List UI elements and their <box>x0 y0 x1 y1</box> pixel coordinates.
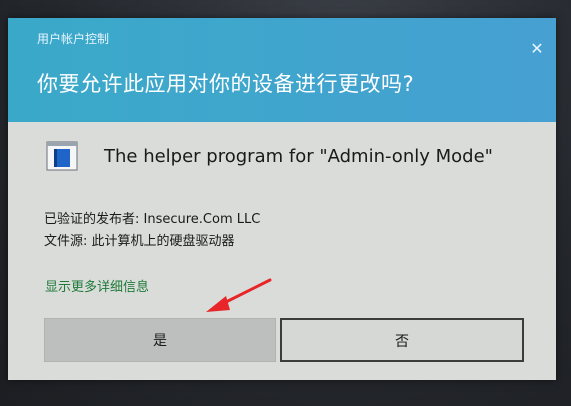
dialog-header: 用户帐户控制 ✕ 你要允许此应用对你的设备进行更改吗? <box>8 18 556 122</box>
show-more-details-link[interactable]: 显示更多详细信息 <box>45 276 149 295</box>
app-name: The helper program for "Admin-only Mode" <box>104 146 493 167</box>
close-icon[interactable]: ✕ <box>528 40 546 58</box>
dialog-question: 你要允许此应用对你的设备进行更改吗? <box>37 72 415 96</box>
no-button[interactable]: 否 <box>280 318 524 362</box>
yes-button[interactable]: 是 <box>44 318 276 362</box>
dialog-caption: 用户帐户控制 <box>37 32 110 46</box>
uac-dialog: 用户帐户控制 ✕ 你要允许此应用对你的设备进行更改吗? The helper p… <box>8 18 556 380</box>
file-origin-line: 文件源: 此计算机上的硬盘驱动器 <box>44 234 235 249</box>
publisher-line: 已验证的发布者: Insecure.Com LLC <box>44 212 261 227</box>
program-window-icon <box>46 141 78 171</box>
